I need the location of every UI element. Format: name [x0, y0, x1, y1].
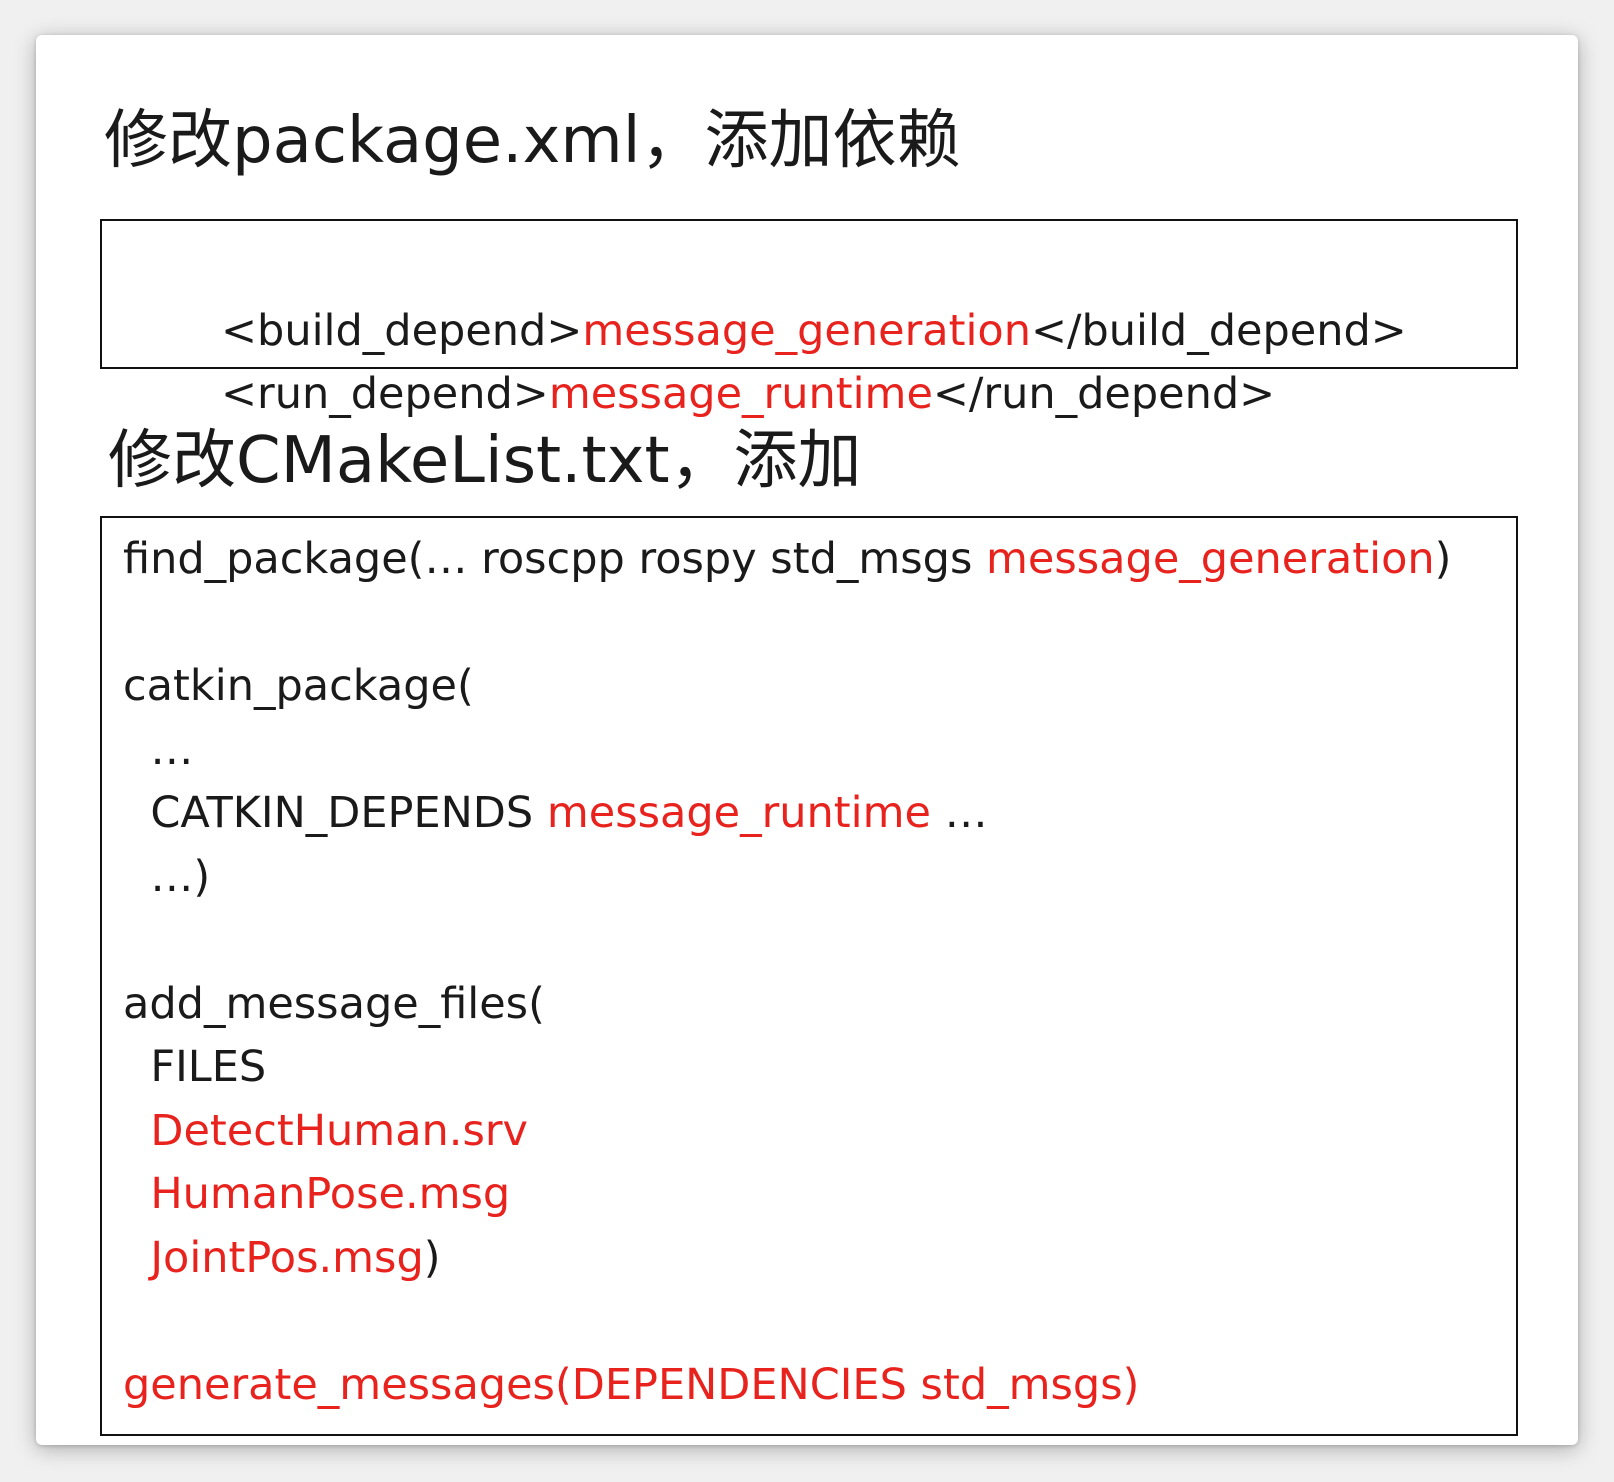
code-line: FILES	[123, 1036, 1516, 1100]
code-line: CATKIN_DEPENDS message_runtime …	[123, 782, 1516, 846]
package-xml-code-box: <build_depend>message_generation</build_…	[100, 219, 1518, 419]
code-text: )	[1434, 534, 1452, 584]
highlighted-code: HumanPose.msg	[123, 1169, 511, 1219]
code-text: add_message_files(	[123, 978, 545, 1029]
code-line: HumanPose.msg	[123, 1163, 1516, 1227]
xml-tag-text: <build_depend>	[221, 306, 583, 356]
code-text: FILES	[123, 1042, 267, 1092]
code-line: generate_messages(DEPENDENCIES std_msgs)	[123, 1354, 1516, 1418]
code-line: DetectHuman.srv	[123, 1100, 1516, 1164]
code-text: CATKIN_DEPENDS	[123, 788, 547, 838]
xml-tag-text: </run_depend>	[932, 369, 1276, 419]
code-text: )	[423, 1232, 441, 1283]
slide: 修改package.xml，添加依赖 <build_depend>message…	[36, 35, 1578, 1445]
code-line: add_message_files(	[123, 973, 1516, 1037]
highlighted-code: JointPos.msg	[123, 1232, 424, 1283]
code-text: …	[123, 724, 194, 775]
highlighted-dependency: message_runtime	[548, 369, 933, 419]
code-text: catkin_package(	[123, 661, 474, 711]
code-line: find_package(… roscpp rospy std_msgs mes…	[123, 528, 1516, 592]
highlighted-code: message_generation	[986, 534, 1435, 584]
highlighted-dependency: message_generation	[582, 306, 1031, 356]
code-line: …	[123, 719, 1516, 783]
heading-package-xml: 修改package.xml，添加依赖	[104, 104, 961, 178]
highlighted-code: message_runtime	[546, 788, 931, 838]
cmakelist-code-box: find_package(… roscpp rospy std_msgs mes…	[100, 516, 1518, 1436]
xml-tag-text: </build_depend>	[1030, 306, 1407, 356]
xml-line: <build_depend>message_generation</build_…	[139, 237, 1516, 356]
xml-tag-text: <run_depend>	[221, 369, 549, 419]
code-text: …	[930, 788, 988, 838]
code-line: JointPos.msg)	[123, 1227, 1516, 1291]
code-text: find_package(… roscpp rospy std_msgs	[123, 534, 987, 584]
highlighted-code: DetectHuman.srv	[123, 1105, 528, 1156]
code-text: …)	[123, 851, 211, 902]
highlighted-code: generate_messages(DEPENDENCIES std_msgs)	[123, 1359, 1140, 1410]
heading-cmakelist: 修改CMakeList.txt，添加	[108, 424, 862, 498]
code-line: …)	[123, 846, 1516, 910]
code-line: catkin_package(	[123, 655, 1516, 719]
